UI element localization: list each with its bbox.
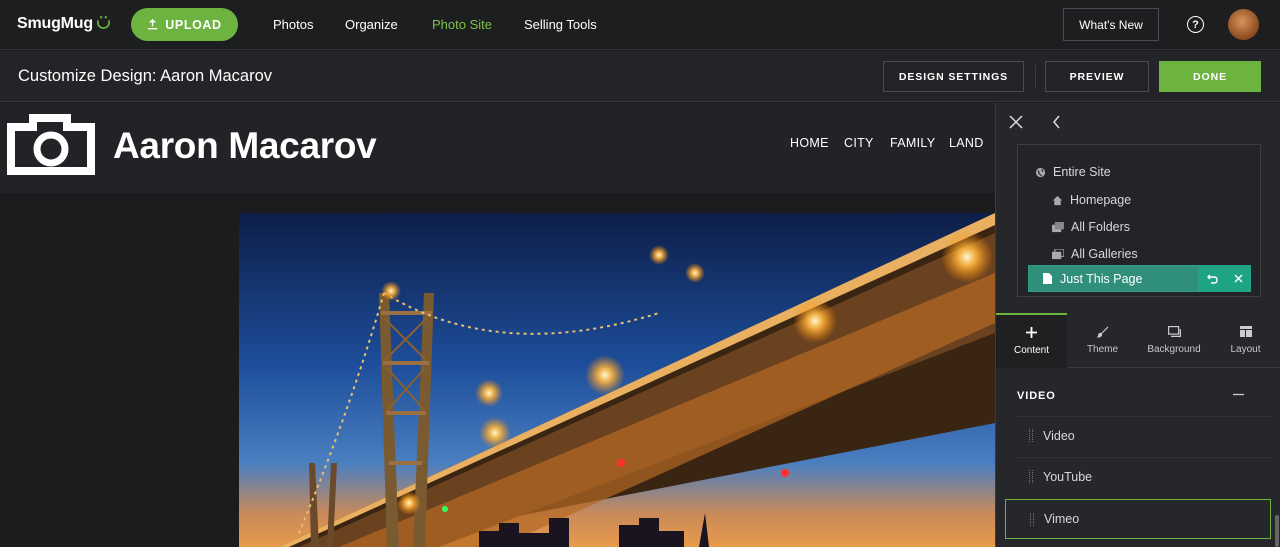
drag-handle-icon[interactable] [1029,429,1033,442]
scope-all-folders[interactable]: All Folders [1052,220,1130,234]
tab-content-label: Content [1013,345,1050,356]
upload-button[interactable]: UPLOAD [131,8,238,41]
galleries-icon [1052,248,1064,259]
divider [1035,65,1036,89]
avatar[interactable] [1228,9,1259,40]
help-icon[interactable]: ? [1187,16,1204,33]
content-item-vimeo[interactable]: Vimeo [1005,499,1271,539]
smile-logo-icon [96,14,111,34]
item-label: YouTube [1043,469,1093,484]
page-icon [1043,273,1052,284]
scope-all-galleries[interactable]: All Galleries [1052,247,1138,261]
nav-selling-tools[interactable]: Selling Tools [524,17,597,32]
scope-just-this-page-label: Just This Page [1060,271,1143,286]
window-icon [1167,326,1181,340]
scope-entire-site[interactable]: Entire Site [1035,165,1111,179]
scope-all-folders-label: All Folders [1071,220,1131,234]
globe-icon [1035,167,1046,177]
scope-all-galleries-label: All Galleries [1071,247,1138,261]
content-item-youtube[interactable]: YouTube [1017,457,1270,495]
scope-just-this-page[interactable]: Just This Page [1028,265,1199,292]
nav-organize[interactable]: Organize [345,17,398,32]
scope-homepage-label: Homepage [1070,193,1132,207]
content-item-video[interactable]: Video [1017,416,1270,454]
plus-icon [1026,327,1037,341]
home-icon [1052,195,1063,205]
tab-content[interactable]: Content [996,313,1067,368]
item-label: Vimeo [1044,512,1080,526]
site-nav-home[interactable]: HOME [790,136,829,150]
upload-icon [148,19,158,30]
panel-scrollbar[interactable] [1275,515,1279,547]
chevron-left-icon[interactable] [1052,113,1061,134]
tab-background-label: Background [1147,344,1201,355]
scope-entire-site-label: Entire Site [1053,165,1111,179]
site-nav-family[interactable]: FAMILY [890,136,935,150]
tab-theme-label: Theme [1086,344,1119,355]
smugmug-logo[interactable]: SmugMug [17,14,111,34]
nav-photos[interactable]: Photos [273,17,313,32]
drag-handle-icon[interactable] [1030,512,1034,526]
top-bar: SmugMug UPLOAD Photos Organize Photo Sit… [0,0,1280,50]
customize-bar: Customize Design: Aaron Macarov DESIGN S… [0,51,1280,102]
whats-new-button[interactable]: What's New [1063,8,1159,41]
camera-logo-icon [7,114,95,175]
tab-background[interactable]: Background [1138,313,1210,368]
design-settings-button[interactable]: DESIGN SETTINGS [883,61,1024,92]
drag-handle-icon[interactable] [1029,470,1033,483]
brush-icon [1096,326,1109,340]
section-title: VIDEO [1017,390,1056,402]
nav-photo-site[interactable]: Photo Site [432,17,492,32]
close-icon[interactable] [1009,113,1023,134]
undo-icon[interactable] [1199,265,1225,292]
collapse-icon[interactable] [1233,387,1244,403]
site-nav-land[interactable]: LAND [949,136,984,150]
folders-icon [1052,221,1064,232]
done-button[interactable]: DONE [1159,61,1261,92]
scope-selector: Entire Site Homepage All Folders All Gal… [1017,144,1261,297]
tab-theme[interactable]: Theme [1067,313,1138,368]
preview-button[interactable]: PREVIEW [1045,61,1149,92]
customize-panel: Entire Site Homepage All Folders All Gal… [995,103,1280,547]
page-title: Customize Design: Aaron Macarov [18,67,273,85]
upload-label: UPLOAD [165,17,222,32]
bridge-photo [239,213,995,547]
layout-icon [1239,326,1252,340]
panel-tabs: Content Theme Background Layout [996,313,1280,368]
site-name: Aaron Macarov [113,125,377,166]
site-header: Aaron Macarov HOME CITY FAMILY LAND [0,103,995,193]
logo-text: SmugMug [17,15,93,32]
site-nav-city[interactable]: CITY [844,136,874,150]
scope-homepage[interactable]: Homepage [1052,193,1131,207]
scope-actions [1199,265,1251,292]
item-label: Video [1043,428,1075,443]
tab-layout[interactable]: Layout [1210,313,1280,368]
tab-layout-label: Layout [1230,344,1261,355]
remove-icon[interactable] [1225,265,1251,292]
site-preview: Aaron Macarov HOME CITY FAMILY LAND [0,103,995,547]
